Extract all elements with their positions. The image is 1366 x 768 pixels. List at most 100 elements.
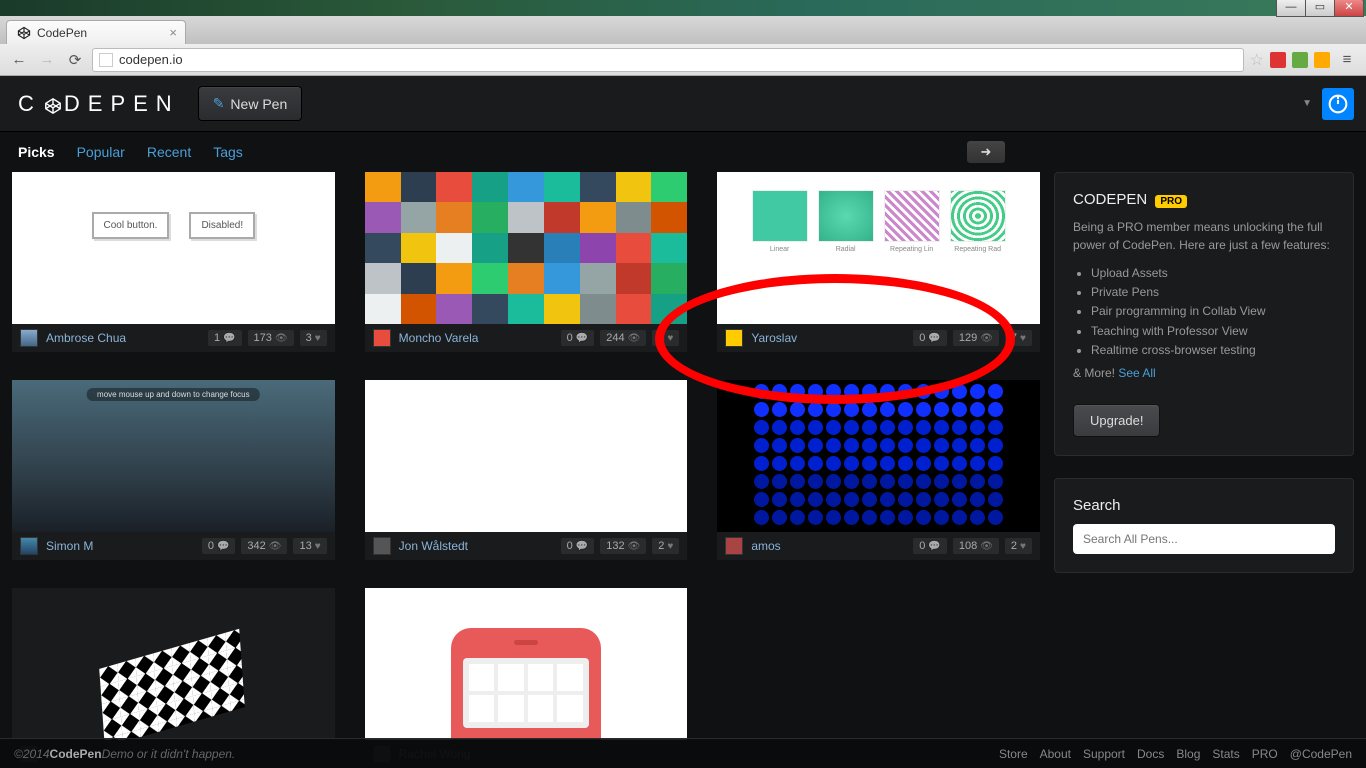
heart-icon: ♥ — [315, 541, 321, 552]
user-menu-caret-icon[interactable]: ▼ — [1302, 98, 1312, 109]
next-page-button[interactable]: ➜ — [966, 140, 1006, 164]
new-pen-button[interactable]: ✎ New Pen — [198, 86, 303, 121]
extension-icon[interactable] — [1314, 52, 1330, 68]
footer-link[interactable]: @CodePen — [1290, 747, 1352, 761]
eye-icon: 👁 — [269, 541, 282, 552]
footer-brand: CodePen — [50, 747, 102, 761]
pen-grid: Cool button. Disabled! Ambrose Chua 1💬 1… — [12, 172, 1040, 768]
stat-views[interactable]: 173👁 — [248, 330, 294, 346]
tab-close-icon[interactable]: × — [169, 25, 177, 40]
comment-icon: 💬 — [217, 541, 229, 552]
heart-icon: ♥ — [1020, 333, 1026, 344]
stat-likes[interactable]: 7♥ — [1005, 330, 1032, 346]
pen-card[interactable]: amos 0💬 108👁 2♥ — [717, 380, 1040, 560]
pen-card[interactable]: Linear Radial Repeating Lin Repeating Ra… — [717, 172, 1040, 352]
pen-card[interactable]: Moncho Varela 0💬 244👁 4♥ — [365, 172, 688, 352]
bookmark-star-icon[interactable]: ☆ — [1250, 50, 1264, 70]
author-link[interactable]: Yaroslav — [751, 331, 913, 345]
footer-copyright: ©2014 — [14, 747, 50, 761]
app-footer: ©2014 CodePen Demo or it didn't happen. … — [0, 738, 1366, 768]
author-avatar[interactable] — [20, 537, 38, 555]
preview-overlay-text: move mouse up and down to change focus — [87, 388, 260, 401]
stat-views[interactable]: 108👁 — [953, 538, 999, 554]
author-avatar[interactable] — [725, 329, 743, 347]
stat-views[interactable]: 129👁 — [953, 330, 999, 346]
pen-card[interactable]: Cool button. Disabled! Ambrose Chua 1💬 1… — [12, 172, 335, 352]
nav-picks[interactable]: Picks — [18, 144, 55, 160]
footer-link[interactable]: About — [1040, 747, 1071, 761]
footer-link[interactable]: Blog — [1176, 747, 1200, 761]
footer-link[interactable]: PRO — [1252, 747, 1278, 761]
browser-tab[interactable]: CodePen × — [6, 20, 186, 44]
stat-likes[interactable]: 2♥ — [1005, 538, 1032, 554]
author-avatar[interactable] — [373, 329, 391, 347]
footer-link[interactable]: Stats — [1212, 747, 1239, 761]
author-link[interactable]: Simon M — [46, 539, 202, 553]
footer-link[interactable]: Support — [1083, 747, 1125, 761]
swatch-label: Radial — [818, 246, 874, 253]
nav-recent[interactable]: Recent — [147, 144, 191, 160]
extension-icon[interactable] — [1270, 52, 1286, 68]
upgrade-button[interactable]: Upgrade! — [1073, 404, 1160, 437]
stat-likes[interactable]: 3♥ — [300, 330, 327, 346]
pen-card[interactable]: Jon Wålstedt 0💬 132👁 2♥ — [365, 380, 688, 560]
preview-button-label: Disabled! — [189, 212, 255, 239]
author-link[interactable]: Ambrose Chua — [46, 331, 208, 345]
browser-toolbar: ← → ⟳ codepen.io ☆ ≡ — [0, 44, 1366, 76]
author-avatar[interactable] — [725, 537, 743, 555]
heart-icon: ♥ — [315, 333, 321, 344]
nav-popular[interactable]: Popular — [77, 144, 125, 160]
stat-views[interactable]: 244👁 — [600, 330, 646, 346]
back-button[interactable]: ← — [8, 49, 30, 71]
eye-icon: 👁 — [980, 333, 993, 344]
extension-icon[interactable] — [1292, 52, 1308, 68]
pen-card[interactable]: move mouse up and down to change focus S… — [12, 380, 335, 560]
stat-comments[interactable]: 0💬 — [202, 538, 236, 554]
stat-comments[interactable]: 0💬 — [913, 330, 947, 346]
forward-button[interactable]: → — [36, 49, 58, 71]
pen-preview — [365, 380, 688, 532]
stat-likes[interactable]: 13♥ — [293, 538, 326, 554]
stat-comments[interactable]: 0💬 — [561, 538, 595, 554]
pro-panel-desc: Being a PRO member means unlocking the f… — [1073, 218, 1335, 254]
author-avatar[interactable] — [20, 329, 38, 347]
window-titlebar: — ▭ ✕ — [0, 0, 1366, 16]
swatch-label: Repeating Rad — [950, 246, 1006, 253]
author-link[interactable]: amos — [751, 539, 913, 553]
url-text: codepen.io — [119, 52, 183, 67]
footer-link[interactable]: Docs — [1137, 747, 1164, 761]
search-input[interactable] — [1073, 524, 1335, 554]
pro-badge: PRO — [1155, 195, 1187, 208]
window-minimize-button[interactable]: — — [1276, 0, 1306, 17]
pro-feature-item: Pair programming in Collab View — [1091, 302, 1335, 321]
filter-nav: Picks Popular Recent Tags ➜ — [0, 132, 1366, 172]
stat-likes[interactable]: 2♥ — [652, 538, 679, 554]
pen-preview: move mouse up and down to change focus — [12, 380, 335, 532]
window-close-button[interactable]: ✕ — [1334, 0, 1364, 17]
search-panel-title: Search — [1073, 497, 1335, 514]
address-bar[interactable]: codepen.io — [92, 48, 1244, 72]
author-link[interactable]: Jon Wålstedt — [399, 539, 561, 553]
author-avatar[interactable] — [373, 537, 391, 555]
footer-link[interactable]: Store — [999, 747, 1028, 761]
see-all-link[interactable]: See All — [1118, 366, 1155, 380]
heart-icon: ♥ — [667, 333, 673, 344]
codepen-favicon — [17, 26, 31, 40]
window-maximize-button[interactable]: ▭ — [1305, 0, 1335, 17]
stat-comments[interactable]: 0💬 — [561, 330, 595, 346]
browser-tab-strip: CodePen × — [0, 16, 1366, 44]
browser-menu-icon[interactable]: ≡ — [1336, 49, 1358, 71]
codepen-logo[interactable]: C DEPEN — [18, 91, 180, 117]
stat-views[interactable]: 342👁 — [241, 538, 287, 554]
author-link[interactable]: Moncho Varela — [399, 331, 561, 345]
nav-tags[interactable]: Tags — [213, 144, 243, 160]
page-icon — [99, 53, 113, 67]
swatch-label: Repeating Lin — [884, 246, 940, 253]
reload-button[interactable]: ⟳ — [64, 49, 86, 71]
stat-comments[interactable]: 1💬 — [208, 330, 242, 346]
tab-title: CodePen — [37, 26, 87, 40]
stat-comments[interactable]: 0💬 — [913, 538, 947, 554]
stat-views[interactable]: 132👁 — [600, 538, 646, 554]
user-avatar[interactable] — [1322, 88, 1354, 120]
stat-likes[interactable]: 4♥ — [652, 330, 679, 346]
